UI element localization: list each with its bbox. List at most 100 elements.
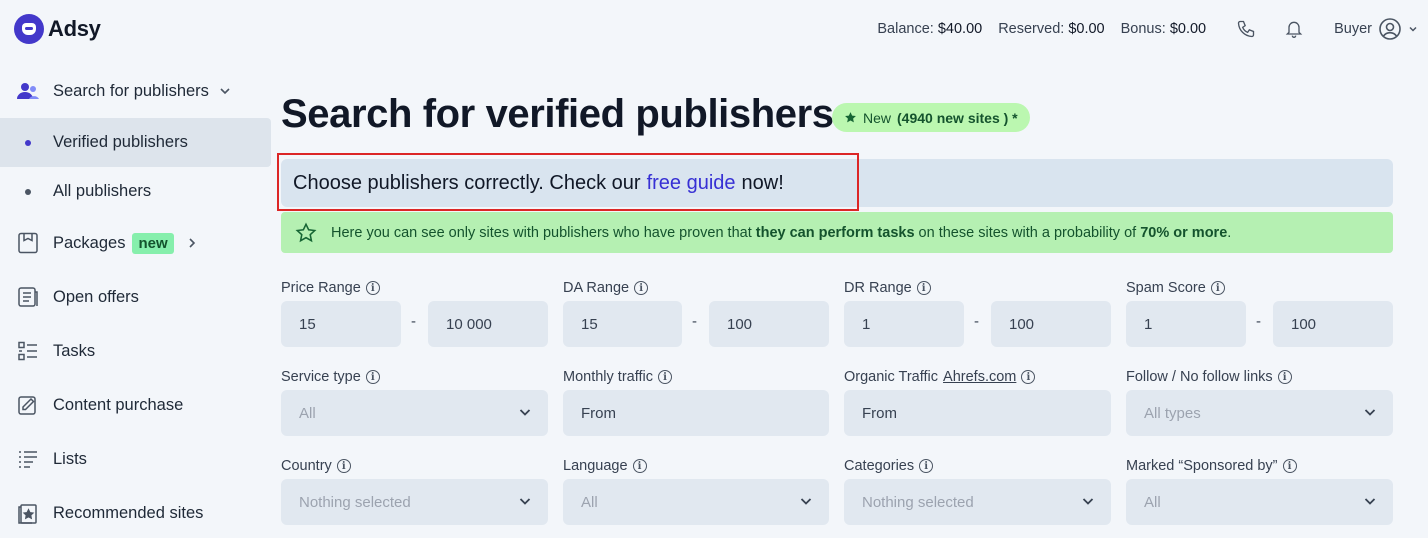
price-min-input[interactable]: 15: [281, 301, 401, 347]
balance-label: Balance:: [877, 21, 934, 37]
sidebar-item-search-publishers[interactable]: Search for publishers: [0, 64, 271, 118]
sidebar-item-packages[interactable]: Packages new: [0, 216, 271, 270]
info-icon[interactable]: i: [1210, 281, 1225, 295]
sidebar-item-all-publishers[interactable]: All publishers: [0, 167, 271, 216]
bonus-label: Bonus:: [1120, 21, 1166, 37]
sidebar-section-label: Search for publishers: [53, 81, 209, 100]
info-icon[interactable]: i: [919, 459, 934, 473]
guide-text: Choose publishers correctly. Check our: [293, 171, 641, 194]
bell-icon[interactable]: [1270, 0, 1318, 58]
edit-icon: [16, 393, 40, 417]
ahrefs-link[interactable]: Ahrefs.com: [943, 369, 1016, 385]
chevron-down-icon: [800, 498, 812, 505]
info-icon[interactable]: i: [916, 281, 931, 295]
select-value: Nothing selected: [299, 493, 411, 511]
dr-max-input[interactable]: 100: [991, 301, 1111, 347]
sidebar-item-lists[interactable]: Lists: [0, 432, 271, 486]
info-icon[interactable]: i: [634, 281, 649, 295]
range-separator: -: [1256, 313, 1261, 330]
app-name: Adsy: [48, 16, 101, 41]
follow-links-select[interactable]: All types: [1126, 390, 1393, 436]
follow-links-label: Follow / No follow links i: [1126, 368, 1292, 386]
chevron-down-icon: [1364, 409, 1376, 416]
bonus: Bonus: $0.00: [1121, 21, 1206, 37]
spam-score-label: Spam Score i: [1126, 279, 1225, 297]
info-icon[interactable]: i: [1282, 459, 1297, 473]
topbar: Balance: $40.00 Reserved: $0.00 Bonus: $…: [877, 0, 1428, 58]
country-select[interactable]: Nothing selected: [281, 479, 548, 525]
sidebar-item-label: Open offers: [53, 287, 139, 306]
bonus-value: $0.00: [1169, 21, 1207, 37]
star-document-icon: [16, 501, 40, 525]
monthly-traffic-input[interactable]: From: [563, 390, 829, 436]
free-guide-link[interactable]: free guide: [647, 172, 736, 195]
chevron-down-icon: [519, 409, 531, 416]
organic-traffic-input[interactable]: From: [844, 390, 1111, 436]
dr-min-input[interactable]: 1: [844, 301, 964, 347]
star-icon: [845, 112, 856, 123]
select-value: All: [299, 404, 316, 422]
logo-icon: [14, 14, 44, 44]
info-icon[interactable]: i: [1021, 370, 1036, 384]
sidebar-item-recommended-sites[interactable]: Recommended sites: [0, 486, 271, 538]
spam-min-input[interactable]: 1: [1126, 301, 1246, 347]
select-value: All: [581, 493, 598, 511]
app-logo[interactable]: Adsy: [14, 14, 101, 44]
sidebar-item-label: Content purchase: [53, 395, 184, 414]
reserved: Reserved: $0.00: [998, 21, 1104, 37]
new-pill-label: New: [863, 109, 892, 126]
da-min-input[interactable]: 15: [563, 301, 682, 347]
chevron-down-icon: [1082, 498, 1094, 505]
sidebar-item-label: Lists: [53, 449, 87, 468]
sponsored-label: Marked “Sponsored by” i: [1126, 457, 1297, 475]
guide-banner: Choose publishers correctly. Check our f…: [281, 159, 1393, 207]
new-sites-badge[interactable]: New (4940 new sites ) *: [832, 103, 1030, 132]
document-icon: [16, 285, 40, 309]
user-avatar-icon: [1379, 18, 1401, 40]
country-label: Country i: [281, 457, 351, 475]
phone-icon[interactable]: [1222, 0, 1270, 58]
sidebar: Search for publishers Verified publisher…: [0, 64, 271, 538]
sidebar-item-verified-publishers[interactable]: Verified publishers: [0, 118, 271, 167]
page-title: Search for verified publishers: [281, 92, 834, 136]
balance: Balance: $40.00: [877, 21, 982, 37]
package-icon: [16, 231, 40, 255]
sidebar-item-label: Tasks: [53, 341, 96, 360]
info-icon[interactable]: i: [1277, 370, 1292, 384]
sidebar-item-tasks[interactable]: Tasks: [0, 324, 271, 378]
reserved-label: Reserved:: [998, 21, 1065, 37]
chevron-down-icon: [1409, 26, 1417, 32]
guide-text-end: now!: [741, 171, 784, 194]
info-icon[interactable]: i: [658, 370, 672, 384]
sidebar-item-open-offers[interactable]: Open offers: [0, 270, 271, 324]
service-type-select[interactable]: All: [281, 390, 548, 436]
sidebar-item-label: Packages: [53, 233, 126, 252]
info-icon[interactable]: i: [632, 459, 647, 473]
select-value: Nothing selected: [862, 493, 974, 511]
chevron-down-icon: [220, 88, 230, 95]
info-icon[interactable]: i: [365, 370, 380, 384]
price-max-input[interactable]: 10 000: [428, 301, 548, 347]
language-label: Language i: [563, 457, 647, 475]
da-max-input[interactable]: 100: [709, 301, 829, 347]
sidebar-item-label: All publishers: [53, 182, 152, 200]
info-icon[interactable]: i: [365, 281, 380, 295]
chevron-right-icon: [189, 238, 195, 248]
monthly-traffic-label: Monthly traffic i: [563, 368, 672, 386]
range-separator: -: [692, 313, 697, 330]
user-menu[interactable]: Buyer: [1334, 17, 1418, 41]
categories-label: Categories i: [844, 457, 934, 475]
categories-select[interactable]: Nothing selected: [844, 479, 1111, 525]
select-value: All: [1144, 493, 1161, 511]
language-select[interactable]: All: [563, 479, 829, 525]
sidebar-item-content-purchase[interactable]: Content purchase: [0, 378, 271, 432]
tasks-icon: [16, 339, 40, 363]
info-icon[interactable]: i: [336, 459, 351, 473]
spam-max-input[interactable]: 100: [1273, 301, 1393, 347]
sidebar-item-label: Verified publishers: [53, 133, 188, 151]
sponsored-select[interactable]: All: [1126, 479, 1393, 525]
chevron-down-icon: [519, 498, 531, 505]
info-banner: Here you can see only sites with publish…: [281, 212, 1393, 253]
balance-value: $40.00: [937, 21, 983, 37]
sidebar-item-label: Recommended sites: [53, 503, 204, 522]
